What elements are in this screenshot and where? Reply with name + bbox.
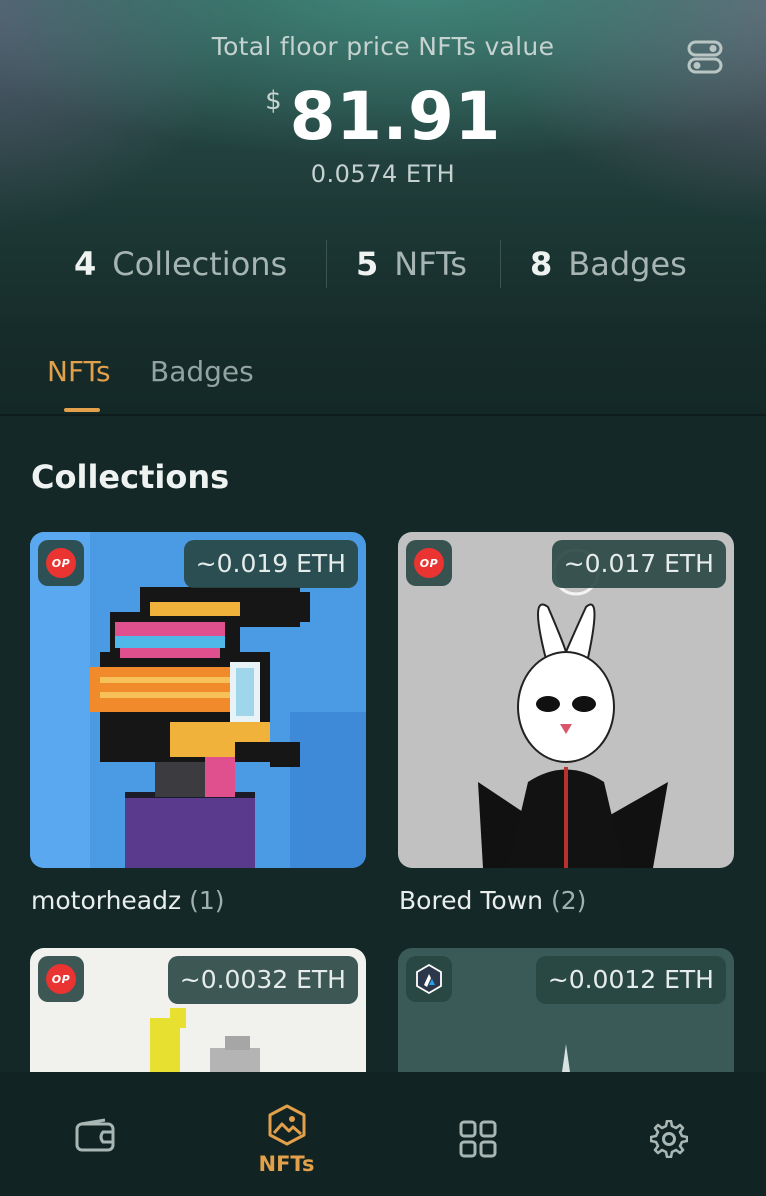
nav-settings[interactable] bbox=[573, 1072, 764, 1196]
collection-count: (1) bbox=[189, 886, 225, 915]
stat-badges-label: Badges bbox=[568, 245, 687, 283]
stats-divider bbox=[326, 240, 327, 288]
nav-nfts-label: NFTs bbox=[258, 1152, 315, 1176]
collection-card-motorheadz[interactable]: OP ~0.019 ETH bbox=[30, 532, 366, 868]
currency-symbol: $ bbox=[265, 86, 282, 116]
tab-nfts[interactable]: NFTs bbox=[47, 355, 111, 388]
stat-collections[interactable]: 4 Collections bbox=[74, 240, 287, 288]
chain-badge: OP bbox=[38, 956, 84, 1002]
wallet-icon bbox=[75, 1118, 114, 1152]
nav-apps[interactable] bbox=[382, 1072, 573, 1196]
collection-card[interactable]: ~0.0012 ETH bbox=[398, 948, 734, 1072]
tab-badges[interactable]: Badges bbox=[150, 355, 254, 388]
floor-price-chip: ~0.0032 ETH bbox=[167, 956, 358, 1004]
arbitrum-icon bbox=[416, 963, 442, 995]
stat-nfts[interactable]: 5 NFTs bbox=[356, 240, 467, 288]
settings-gear-icon bbox=[649, 1120, 688, 1158]
toggle-view-icon[interactable] bbox=[686, 38, 724, 76]
collection-label: motorheadz (1) bbox=[31, 886, 225, 915]
total-value-title: Total floor price NFTs value bbox=[211, 32, 555, 61]
chain-badge: OP bbox=[406, 540, 452, 586]
collection-card-bored-town[interactable]: OP ~0.017 ETH bbox=[398, 532, 734, 868]
section-title: Collections bbox=[31, 458, 230, 496]
optimism-icon: OP bbox=[46, 548, 76, 578]
floor-price-chip: ~0.0012 ETH bbox=[535, 956, 726, 1004]
total-value-amount: 81.91 bbox=[289, 78, 501, 155]
nft-image-icon bbox=[268, 1104, 305, 1146]
tab-bar: NFTs Badges bbox=[0, 340, 766, 415]
bottom-navigation: NFTs bbox=[0, 1072, 766, 1196]
floor-price-chip: ~0.019 ETH bbox=[183, 540, 358, 588]
stat-nfts-count: 5 bbox=[356, 245, 379, 283]
stats-row: 4 Collections 5 NFTs 8 Badges bbox=[0, 240, 766, 288]
stat-collections-count: 4 bbox=[74, 245, 97, 283]
portfolio-header: Total floor price NFTs value $81.91 0.05… bbox=[0, 0, 766, 415]
active-tab-indicator bbox=[64, 408, 100, 412]
floor-price-chip: ~0.017 ETH bbox=[551, 540, 726, 588]
stat-collections-label: Collections bbox=[112, 245, 288, 283]
nav-nfts[interactable]: NFTs bbox=[191, 1072, 382, 1196]
stat-badges[interactable]: 8 Badges bbox=[530, 240, 687, 288]
apps-grid-icon bbox=[459, 1120, 496, 1158]
total-value: $81.91 bbox=[0, 78, 766, 155]
nav-wallet[interactable] bbox=[0, 1072, 191, 1196]
collection-name: motorheadz bbox=[31, 886, 182, 915]
chain-badge: OP bbox=[38, 540, 84, 586]
stat-nfts-label: NFTs bbox=[394, 245, 467, 283]
optimism-icon: OP bbox=[46, 964, 76, 994]
stats-divider bbox=[500, 240, 501, 288]
collection-count: (2) bbox=[550, 886, 587, 915]
collection-card[interactable]: OP ~0.0032 ETH bbox=[30, 948, 366, 1072]
stat-badges-count: 8 bbox=[530, 245, 553, 283]
collection-label: Bored Town (2) bbox=[399, 886, 586, 915]
chain-badge bbox=[406, 956, 452, 1002]
collection-name: Bored Town bbox=[399, 886, 543, 915]
divider bbox=[0, 414, 766, 416]
optimism-icon: OP bbox=[414, 548, 444, 578]
total-value-eth: 0.0574 ETH bbox=[310, 160, 456, 188]
